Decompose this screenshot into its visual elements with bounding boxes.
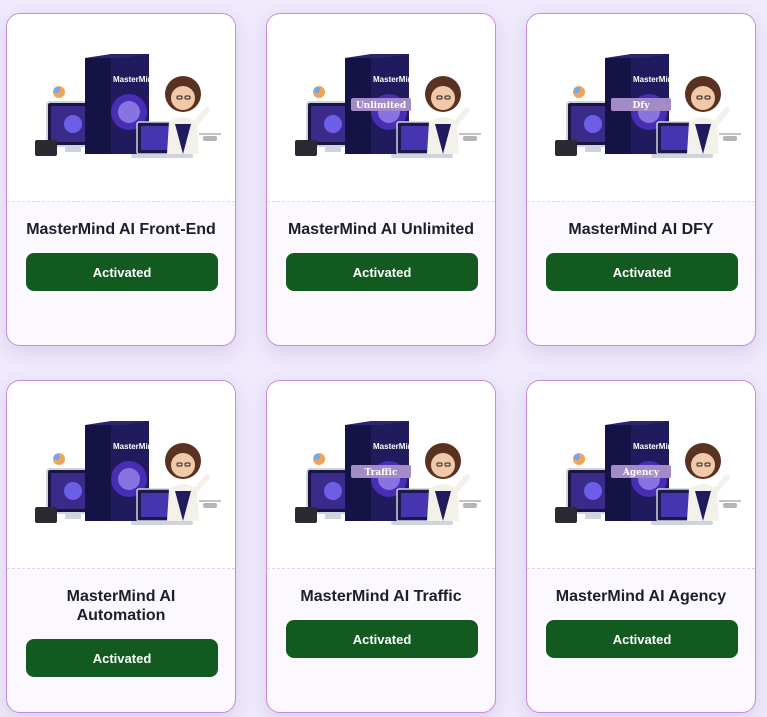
product-title: MasterMind AI DFY: [568, 221, 714, 238]
product-title: MasterMind AI Automation: [66, 588, 176, 624]
product-card: MasterMind: [266, 13, 496, 346]
product-bundle-illustration: MasterMind: [35, 421, 221, 525]
product-title: MasterMind AI Unlimited: [287, 221, 475, 238]
product-bundle-illustration: MasterMind: [35, 54, 221, 158]
product-logo-text: MasterMind: [113, 442, 158, 451]
activated-button[interactable]: Activated: [26, 253, 218, 291]
variant-label: Traffic: [365, 468, 398, 478]
product-logo-text: MasterMind: [113, 75, 158, 84]
variant-ribbon: Traffic: [351, 465, 411, 478]
variant-label: Unlimited: [356, 101, 407, 111]
product-logo-text: MasterMind: [373, 442, 418, 451]
variant-label: Dfy: [633, 101, 651, 111]
product-card: MasterMind: [526, 380, 756, 713]
product-card: MasterMind: [6, 13, 236, 346]
product-grid: MasterMind MasterMind AI Front-End Activ…: [0, 0, 767, 717]
activated-button[interactable]: Activated: [286, 620, 478, 658]
product-logo-text: MasterMind: [633, 442, 678, 451]
product-bundle-illustration: MasterMind: [555, 421, 741, 525]
product-card: MasterMind: [6, 380, 236, 713]
product-image: MasterMind: [267, 381, 495, 569]
product-bundle-illustration: MasterMind: [295, 421, 481, 525]
product-image: MasterMind: [7, 381, 235, 569]
variant-ribbon: Dfy: [611, 98, 671, 111]
product-card: MasterMind: [526, 13, 756, 346]
product-image: MasterMind: [527, 14, 755, 202]
activated-button[interactable]: Activated: [26, 639, 218, 677]
variant-ribbon: Agency: [611, 465, 671, 478]
product-title: MasterMind AI Agency: [555, 588, 727, 605]
variant-label: Agency: [622, 468, 660, 478]
variant-ribbon: Unlimited: [351, 98, 411, 111]
activated-button[interactable]: Activated: [546, 620, 738, 658]
product-image: MasterMind: [267, 14, 495, 202]
product-card: MasterMind: [266, 380, 496, 713]
product-bundle-illustration: MasterMind: [295, 54, 481, 158]
product-image: MasterMind: [7, 14, 235, 202]
product-title: MasterMind AI Front-End: [26, 221, 216, 238]
activated-button[interactable]: Activated: [546, 253, 738, 291]
activated-button[interactable]: Activated: [286, 253, 478, 291]
product-logo-text: MasterMind: [633, 75, 678, 84]
product-bundle-illustration: MasterMind: [555, 54, 741, 158]
product-image: MasterMind: [527, 381, 755, 569]
product-title: MasterMind AI Traffic: [300, 588, 462, 605]
product-logo-text: MasterMind: [373, 75, 418, 84]
